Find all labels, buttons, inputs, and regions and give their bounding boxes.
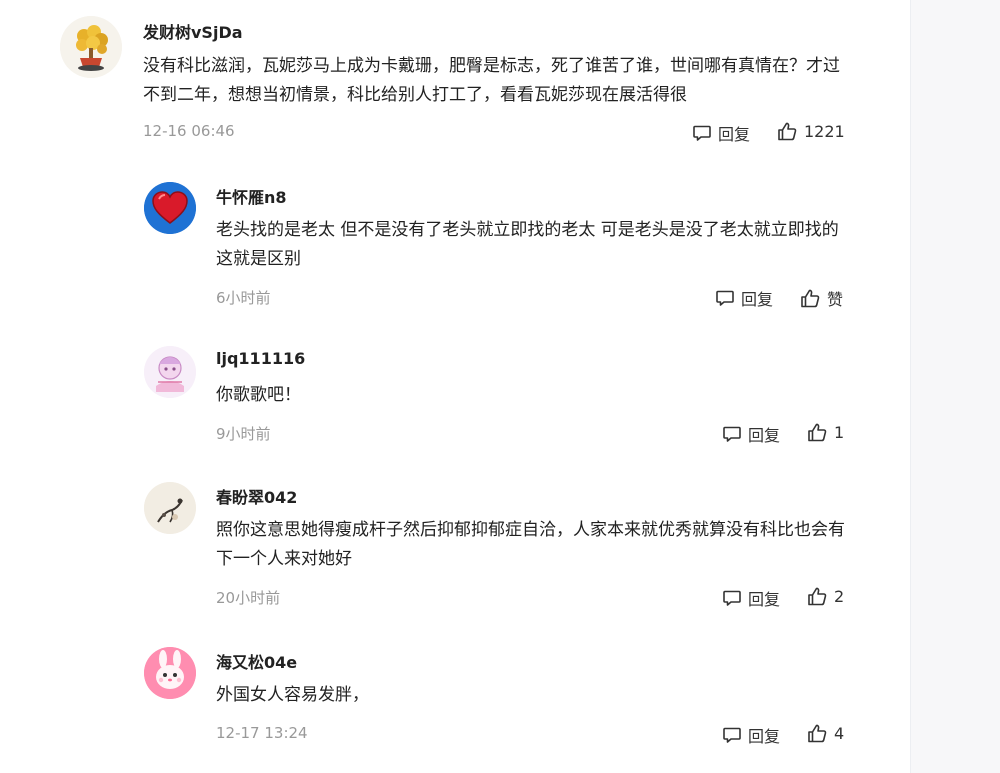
reply-item: 海又松04e 外国女人容易发胖， 12-17 13:24 回复 4 bbox=[0, 635, 910, 773]
cartoon-avatar-icon[interactable] bbox=[144, 346, 196, 398]
comment-bubble-icon bbox=[722, 725, 742, 745]
thumbs-up-icon bbox=[807, 422, 828, 443]
comment-text: 老头找的是老太 但不是没有了老头就立即找的老太 可是老头是没了老太就立即找的 这… bbox=[216, 220, 839, 269]
comment-username[interactable]: 春盼翠042 bbox=[216, 484, 297, 508]
reply-button[interactable]: 回复 bbox=[715, 286, 773, 310]
comment-username[interactable]: 发财树vSjDa bbox=[143, 19, 243, 43]
thumbs-up-icon bbox=[777, 121, 798, 142]
money-tree-avatar-icon[interactable] bbox=[60, 16, 122, 78]
red-heart-avatar-icon[interactable] bbox=[144, 182, 196, 234]
reply-button[interactable]: 回复 bbox=[722, 723, 780, 747]
comment-bubble-icon bbox=[722, 424, 742, 444]
reply-label: 回复 bbox=[718, 125, 751, 144]
thumbs-up-icon bbox=[807, 586, 828, 607]
like-count: 1221 bbox=[804, 122, 845, 141]
comment-username[interactable]: 海又松04e bbox=[216, 649, 297, 673]
comment-time: 12-17 13:24 bbox=[216, 724, 308, 742]
like-count: 赞 bbox=[827, 290, 844, 309]
pink-bunny-avatar-icon[interactable] bbox=[144, 647, 196, 699]
comment-time: 9小时前 bbox=[216, 425, 271, 443]
like-button[interactable]: 2 bbox=[807, 586, 844, 607]
comment-bubble-icon bbox=[715, 288, 735, 308]
right-side-panel bbox=[910, 0, 1000, 773]
thumbs-up-icon bbox=[800, 288, 821, 309]
comment-username[interactable]: ljq111116 bbox=[216, 349, 305, 368]
comment-item: 发财树vSjDa 没有科比滋润，瓦妮莎马上成为卡戴珊，肥臀是标志，死了谁苦了谁，… bbox=[0, 0, 910, 160]
like-button[interactable]: 1221 bbox=[777, 121, 845, 142]
comment-bubble-icon bbox=[692, 123, 712, 143]
reply-button[interactable]: 回复 bbox=[722, 586, 780, 610]
comment-time: 12-16 06:46 bbox=[143, 122, 235, 140]
comment-username[interactable]: 牛怀雁n8 bbox=[216, 184, 287, 208]
reply-label: 回复 bbox=[748, 727, 781, 746]
comment-text: 照你这意思她得瘦成杆子然后抑郁抑郁症自洽，人家本来就优秀就算没有科比也会有下一个… bbox=[216, 520, 845, 569]
comment-text: 没有科比滋润，瓦妮莎马上成为卡戴珊，肥臀是标志，死了谁苦了谁，世间哪有真情在？才… bbox=[143, 56, 840, 105]
comment-time: 20小时前 bbox=[216, 589, 281, 607]
reply-item: 春盼翠042 照你这意思她得瘦成杆子然后抑郁抑郁症自洽，人家本来就优秀就算没有科… bbox=[0, 470, 910, 620]
reply-label: 回复 bbox=[748, 590, 781, 609]
comment-bubble-icon bbox=[722, 588, 742, 608]
reply-item: ljq111116 你歌歌吧！ 9小时前 回复 1 bbox=[0, 335, 910, 460]
like-button[interactable]: 赞 bbox=[800, 286, 843, 310]
thumbs-up-icon bbox=[807, 723, 828, 744]
ink-painting-avatar-icon[interactable] bbox=[144, 482, 196, 534]
comment-text: 外国女人容易发胖， bbox=[216, 685, 369, 705]
like-button[interactable]: 4 bbox=[807, 723, 844, 744]
like-count: 2 bbox=[834, 587, 845, 606]
reply-label: 回复 bbox=[741, 290, 774, 309]
reply-label: 回复 bbox=[748, 426, 781, 445]
like-button[interactable]: 1 bbox=[807, 422, 844, 443]
like-count: 1 bbox=[834, 423, 845, 442]
comment-time: 6小时前 bbox=[216, 289, 271, 307]
like-count: 4 bbox=[834, 724, 845, 743]
comment-text: 你歌歌吧！ bbox=[216, 385, 301, 405]
reply-button[interactable]: 回复 bbox=[722, 422, 780, 446]
reply-item: 牛怀雁n8 老头找的是老太 但不是没有了老头就立即找的老太 可是老头是没了老太就… bbox=[0, 170, 910, 320]
reply-button[interactable]: 回复 bbox=[692, 121, 750, 145]
